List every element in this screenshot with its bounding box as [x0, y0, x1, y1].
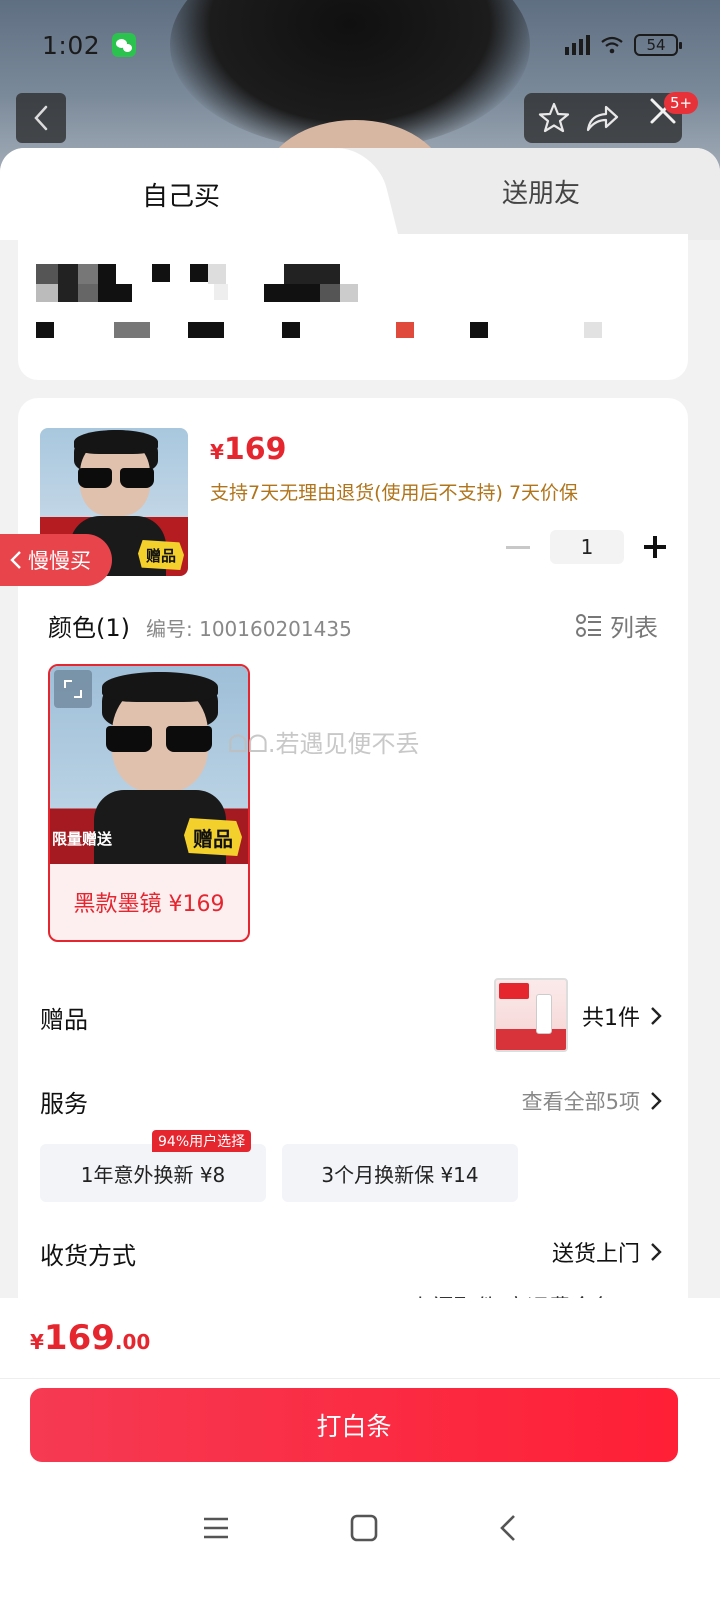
signal-icon	[565, 35, 590, 55]
watermark-text: ᗝᗝ.若遇见便不丢	[228, 730, 420, 758]
star-icon[interactable]	[537, 101, 571, 135]
battery-level: 54	[646, 36, 666, 54]
address-card-redacted[interactable]	[18, 234, 688, 380]
notification-badge: 5+	[664, 92, 699, 114]
tab-self-buy[interactable]: 自己买	[0, 148, 362, 240]
quantity-stepper: 1	[506, 529, 666, 565]
chevron-right-icon	[651, 1243, 662, 1261]
share-icon[interactable]	[584, 102, 620, 134]
variant-gift-badge: 赠品	[184, 818, 242, 856]
tab-self-buy-label: 自己买	[141, 181, 220, 212]
service-option-accident-replace[interactable]: 1年意外换新 ¥8	[40, 1144, 266, 1202]
gift-row-count[interactable]: 共1件	[582, 1000, 662, 1032]
home-icon[interactable]	[350, 1514, 378, 1542]
chevron-left-icon	[10, 551, 21, 569]
service-option-3month-replace[interactable]: 3个月换新保 ¥14	[282, 1144, 518, 1202]
color-title: 颜色(1)	[48, 614, 130, 642]
battery-icon: 54	[634, 34, 682, 56]
limited-gift-tag: 限量赠送	[52, 830, 113, 848]
quantity-increase-button[interactable]	[644, 536, 666, 558]
system-navigation	[0, 1498, 720, 1558]
expand-icon	[64, 680, 82, 698]
variant-option-black[interactable]: 限量赠送 赠品 黑款墨镜 ¥169	[48, 664, 250, 942]
delivery-method[interactable]: 送货上门	[552, 1236, 662, 1268]
status-time: 1:02	[42, 30, 101, 60]
gift-item-thumbnail[interactable]	[494, 978, 568, 1052]
tab-send-friend-label: 送朋友	[501, 178, 580, 209]
product-options-card: 赠品 ¥169 支持7天无理由退货(使用后不支持) 7天价保 1 颜色(1) 编…	[18, 398, 688, 1321]
pay-button[interactable]: 打白条	[30, 1388, 678, 1462]
color-header: 颜色(1) 编号: 100160201435	[48, 608, 352, 643]
chevron-left-icon	[34, 105, 48, 131]
service-row-label: 服务	[40, 1090, 88, 1118]
service-popular-tag: 94%用户选择	[152, 1130, 252, 1152]
quantity-decrease-button[interactable]	[506, 545, 530, 549]
back-icon[interactable]	[498, 1514, 518, 1542]
tab-send-friend[interactable]: 送朋友	[362, 148, 720, 234]
list-toggle-label: 列表	[610, 614, 658, 642]
back-button[interactable]	[16, 93, 66, 143]
product-code: 编号: 100160201435	[146, 617, 352, 641]
delivery-row-label: 收货方式	[40, 1242, 136, 1270]
purchase-tabs: 自己买 送朋友	[0, 148, 720, 240]
gift-row-label: 赠品	[40, 1006, 88, 1034]
return-policy-text: 支持7天无理由退货(使用后不支持) 7天价保	[210, 482, 579, 504]
chevron-right-icon	[651, 1007, 662, 1025]
wifi-icon	[601, 36, 623, 54]
chevron-right-icon	[651, 1092, 662, 1110]
total-price: ¥ 169 .00	[30, 1318, 151, 1358]
service-view-all[interactable]: 查看全部5项	[522, 1086, 662, 1116]
product-price: ¥169	[210, 432, 287, 467]
bottom-bar: ¥ 169 .00 打白条	[0, 1298, 720, 1600]
quantity-value[interactable]: 1	[550, 530, 624, 564]
list-view-toggle[interactable]: 列表	[576, 608, 658, 643]
slow-buy-tab[interactable]: 慢慢买	[0, 534, 112, 586]
gift-badge: 赠品	[138, 540, 184, 570]
slow-buy-label: 慢慢买	[28, 549, 91, 573]
list-icon	[576, 613, 601, 637]
status-bar: 1:02 54	[0, 0, 720, 90]
variant-label: 黑款墨镜 ¥169	[73, 892, 225, 917]
menu-icon[interactable]	[202, 1516, 230, 1540]
wechat-icon	[112, 33, 137, 57]
expand-image-button[interactable]	[54, 670, 92, 708]
sunglasses-image	[78, 468, 154, 488]
